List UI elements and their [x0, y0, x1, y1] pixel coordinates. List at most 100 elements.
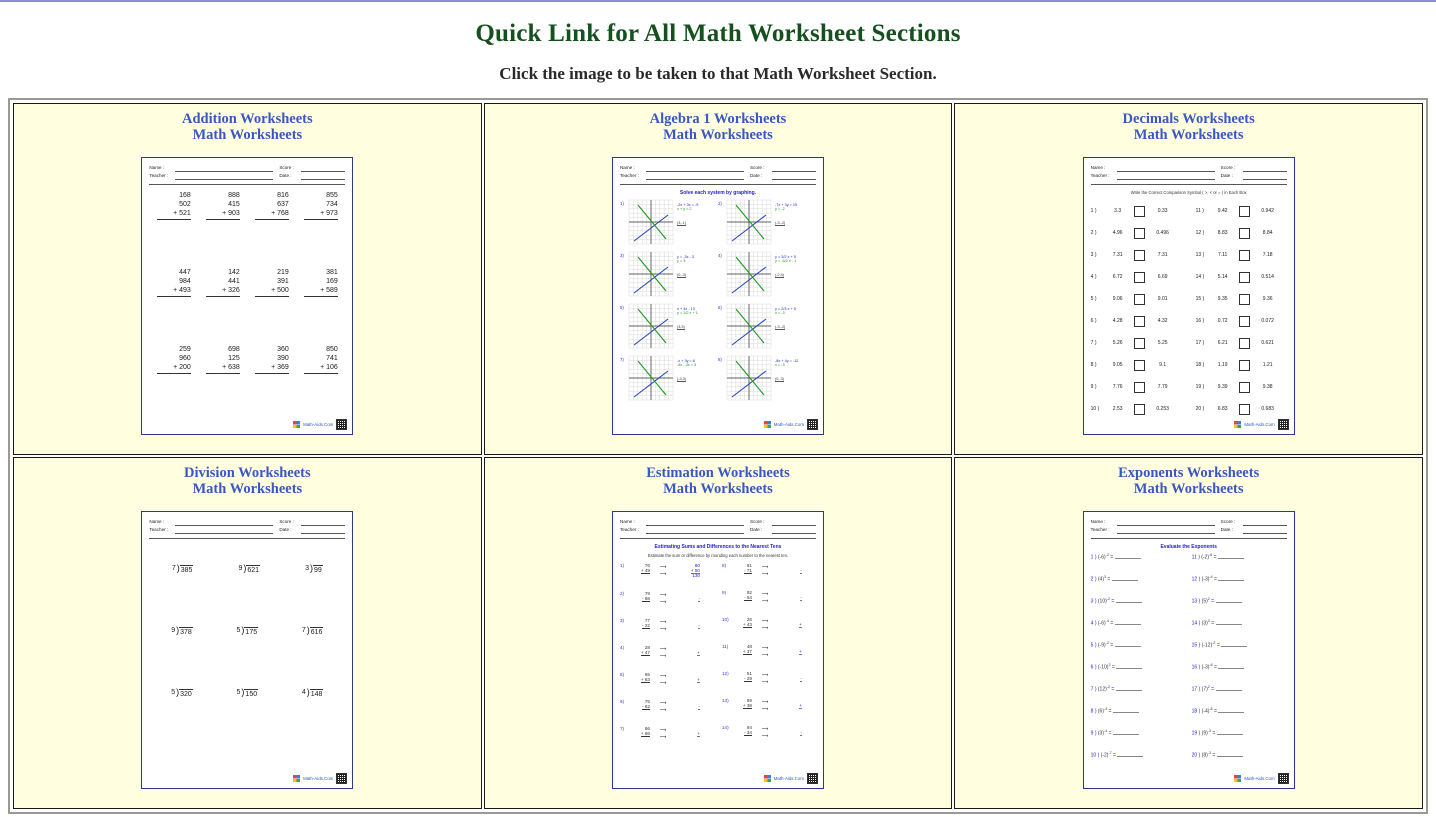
decimal-compare-item: 14 ) 5.14 0.514 — [1196, 266, 1287, 288]
answer-blank[interactable] — [1114, 645, 1141, 647]
item-number: 8 ) — [1090, 362, 1097, 368]
decimal-compare-item: 16 ) 0.72 0.072 — [1196, 310, 1287, 332]
equations: -7x + 3y = 15 y = -2 (-3,-2) — [772, 199, 797, 245]
score-label: Score : — [279, 519, 294, 524]
comparison-box[interactable] — [1238, 359, 1250, 371]
exponent-value: -4 — [1209, 575, 1213, 579]
worksheet-cell-exponents[interactable]: Exponents Worksheets Math Worksheets Name … — [954, 457, 1423, 809]
answer-blank[interactable] — [1112, 733, 1139, 735]
right-value: 0.621 — [1261, 340, 1274, 346]
answer-blank[interactable] — [1116, 667, 1143, 669]
comparison-box[interactable] — [1238, 337, 1250, 349]
worksheet-thumbnail-holder[interactable]: Name : Score : Teacher : Date : Estimating S… — [489, 511, 948, 789]
comparison-box[interactable] — [1238, 403, 1250, 415]
comparison-box[interactable] — [1238, 293, 1250, 305]
worksheet-link-exponents[interactable]: Exponents Worksheets Math Worksheets — [959, 465, 1418, 497]
left-value: 5.26 — [1112, 340, 1123, 346]
addition-problem: 259 960 + 200 — [156, 345, 191, 374]
comparison-box[interactable] — [1133, 249, 1145, 261]
answer-blank[interactable] — [1215, 601, 1242, 603]
comparison-box[interactable] — [1238, 315, 1250, 327]
worksheet-thumbnail-holder[interactable]: Name : Score : Teacher : Date : Solve each s… — [489, 157, 948, 435]
comparison-box[interactable] — [1238, 271, 1250, 283]
worksheet-thumbnail-estimation[interactable]: Name : Score : Teacher : Date : Estimating S… — [611, 511, 824, 789]
answer-blank[interactable] — [1216, 755, 1243, 757]
comparison-box[interactable] — [1133, 315, 1145, 327]
answer-blank[interactable] — [1114, 557, 1141, 559]
addend-1: 698 — [228, 346, 240, 353]
exponent-item: 2 ) (4)3 = — [1091, 575, 1186, 597]
item-number: 4 ) — [1090, 620, 1097, 627]
page-subtitle: Click the image to be taken to that Math… — [499, 64, 937, 83]
comparison-box[interactable] — [1133, 205, 1145, 217]
answer-blank[interactable] — [1112, 711, 1139, 713]
worksheet-cell-estimation[interactable]: Estimation Worksheets Math Worksheets Name… — [483, 457, 953, 809]
worksheet-thumbnail-decimals[interactable]: Name : Score : Teacher : Date : Write the Co… — [1082, 157, 1295, 435]
worksheet-thumbnail-addition[interactable]: Name : Score : Teacher : Date : 168 502 + 521 8… — [141, 157, 354, 435]
worksheet-cell-addition[interactable]: Addition Worksheets Math Worksheets Name :… — [13, 103, 482, 455]
exponent-item: 5 ) (-9)-2 = — [1091, 641, 1186, 663]
comparison-box[interactable] — [1133, 293, 1145, 305]
comparison-box[interactable] — [1133, 271, 1145, 283]
answer-blank[interactable] — [1215, 623, 1242, 625]
addend-2: 637 — [277, 201, 289, 208]
worksheet-cell-decimals[interactable]: Decimals Worksheets Math Worksheets Name :… — [954, 103, 1423, 455]
item-number: 12 ) — [1191, 576, 1201, 583]
rounded-bottom: + — [799, 622, 802, 628]
answer-blank[interactable] — [1217, 557, 1244, 559]
worksheet-link-division[interactable]: Division Worksheets Math Worksheets — [18, 465, 477, 497]
teacher-label: Teacher : — [619, 527, 639, 532]
problem-row: 259 960 + 200 698 125 + 638 360 390 + 369 850 741 +… — [149, 345, 345, 374]
answer-blank[interactable] — [1221, 645, 1248, 647]
answer-blank[interactable] — [1216, 733, 1243, 735]
worksheet-cell-algebra-1[interactable]: Algebra 1 Worksheets Math Worksheets Name … — [483, 103, 953, 455]
comparison-box[interactable] — [1133, 381, 1145, 393]
comparison-box[interactable] — [1133, 403, 1145, 415]
right-value: 4.32 — [1157, 318, 1168, 324]
arrow-icon: ⟶ — [761, 564, 769, 569]
worksheet-thumbnail-holder[interactable]: Name : Score : Teacher : Date : 7) 385 9) 621 3)… — [18, 511, 477, 789]
worksheet-link-decimals[interactable]: Decimals Worksheets Math Worksheets — [959, 111, 1418, 143]
answer-blank[interactable] — [1115, 689, 1142, 691]
answer-blank[interactable] — [1218, 667, 1245, 669]
comparison-box[interactable] — [1238, 205, 1250, 217]
answer-blank[interactable] — [1215, 689, 1242, 691]
item-number: 2) — [619, 591, 625, 596]
worksheet-thumbnail-algebra-1[interactable]: Name : Score : Teacher : Date : Solve each s… — [611, 157, 824, 435]
answer-blank[interactable] — [1218, 711, 1245, 713]
answer-blank[interactable] — [1111, 579, 1138, 581]
division-bracket-icon: ) — [176, 687, 180, 697]
equation-2: -5x - 3x = 3 — [676, 363, 697, 367]
answer-blank[interactable] — [1117, 755, 1144, 757]
addition-problem: 698 125 + 638 — [205, 345, 240, 374]
comparison-box[interactable] — [1133, 359, 1145, 371]
worksheet-thumbnail-division[interactable]: Name : Score : Teacher : Date : 7) 385 9) 621 3)… — [141, 511, 354, 789]
estimation-item: 13) 69 + 38 ⟶ ⟶ + — [722, 698, 816, 712]
answer-blank[interactable] — [1218, 579, 1245, 581]
answer-blank[interactable] — [1115, 601, 1142, 603]
bottom-operand: - 71 — [744, 568, 752, 574]
base-value: (10) — [1097, 598, 1107, 605]
left-value: 7.76 — [1112, 384, 1123, 390]
dividend: 320 — [179, 689, 193, 698]
comparison-box[interactable] — [1133, 227, 1145, 239]
worksheet-thumbnail-exponents[interactable]: Name : Score : Teacher : Date : Evaluate the… — [1082, 511, 1295, 789]
solution: (0,-3) — [774, 377, 785, 382]
worksheet-thumbnail-holder[interactable]: Name : Score : Teacher : Date : 168 502 + 521 8… — [18, 157, 477, 435]
worksheet-cell-division[interactable]: Division Worksheets Math Worksheets Name :… — [13, 457, 482, 809]
worksheet-link-addition[interactable]: Addition Worksheets Math Worksheets — [18, 111, 477, 143]
date-label: Date : — [279, 527, 292, 532]
worksheet-thumbnail-holder[interactable]: Name : Score : Teacher : Date : Write the Co… — [959, 157, 1418, 435]
comparison-box[interactable] — [1133, 337, 1145, 349]
comparison-box[interactable] — [1238, 227, 1250, 239]
comparison-box[interactable] — [1238, 381, 1250, 393]
worksheet-link-algebra-1[interactable]: Algebra 1 Worksheets Math Worksheets — [489, 111, 948, 143]
operands: 65 + 63 — [630, 672, 650, 686]
comparison-box[interactable] — [1238, 249, 1250, 261]
worksheet-link-estimation[interactable]: Estimation Worksheets Math Worksheets — [489, 465, 948, 497]
date-blank — [301, 173, 346, 180]
worksheet-thumbnail-holder[interactable]: Name : Score : Teacher : Date : Evaluate the… — [959, 511, 1418, 789]
addition-problem: 168 502 + 521 — [156, 191, 191, 220]
answer-blank[interactable] — [1114, 623, 1141, 625]
exponent-value: 3 — [1207, 619, 1210, 623]
